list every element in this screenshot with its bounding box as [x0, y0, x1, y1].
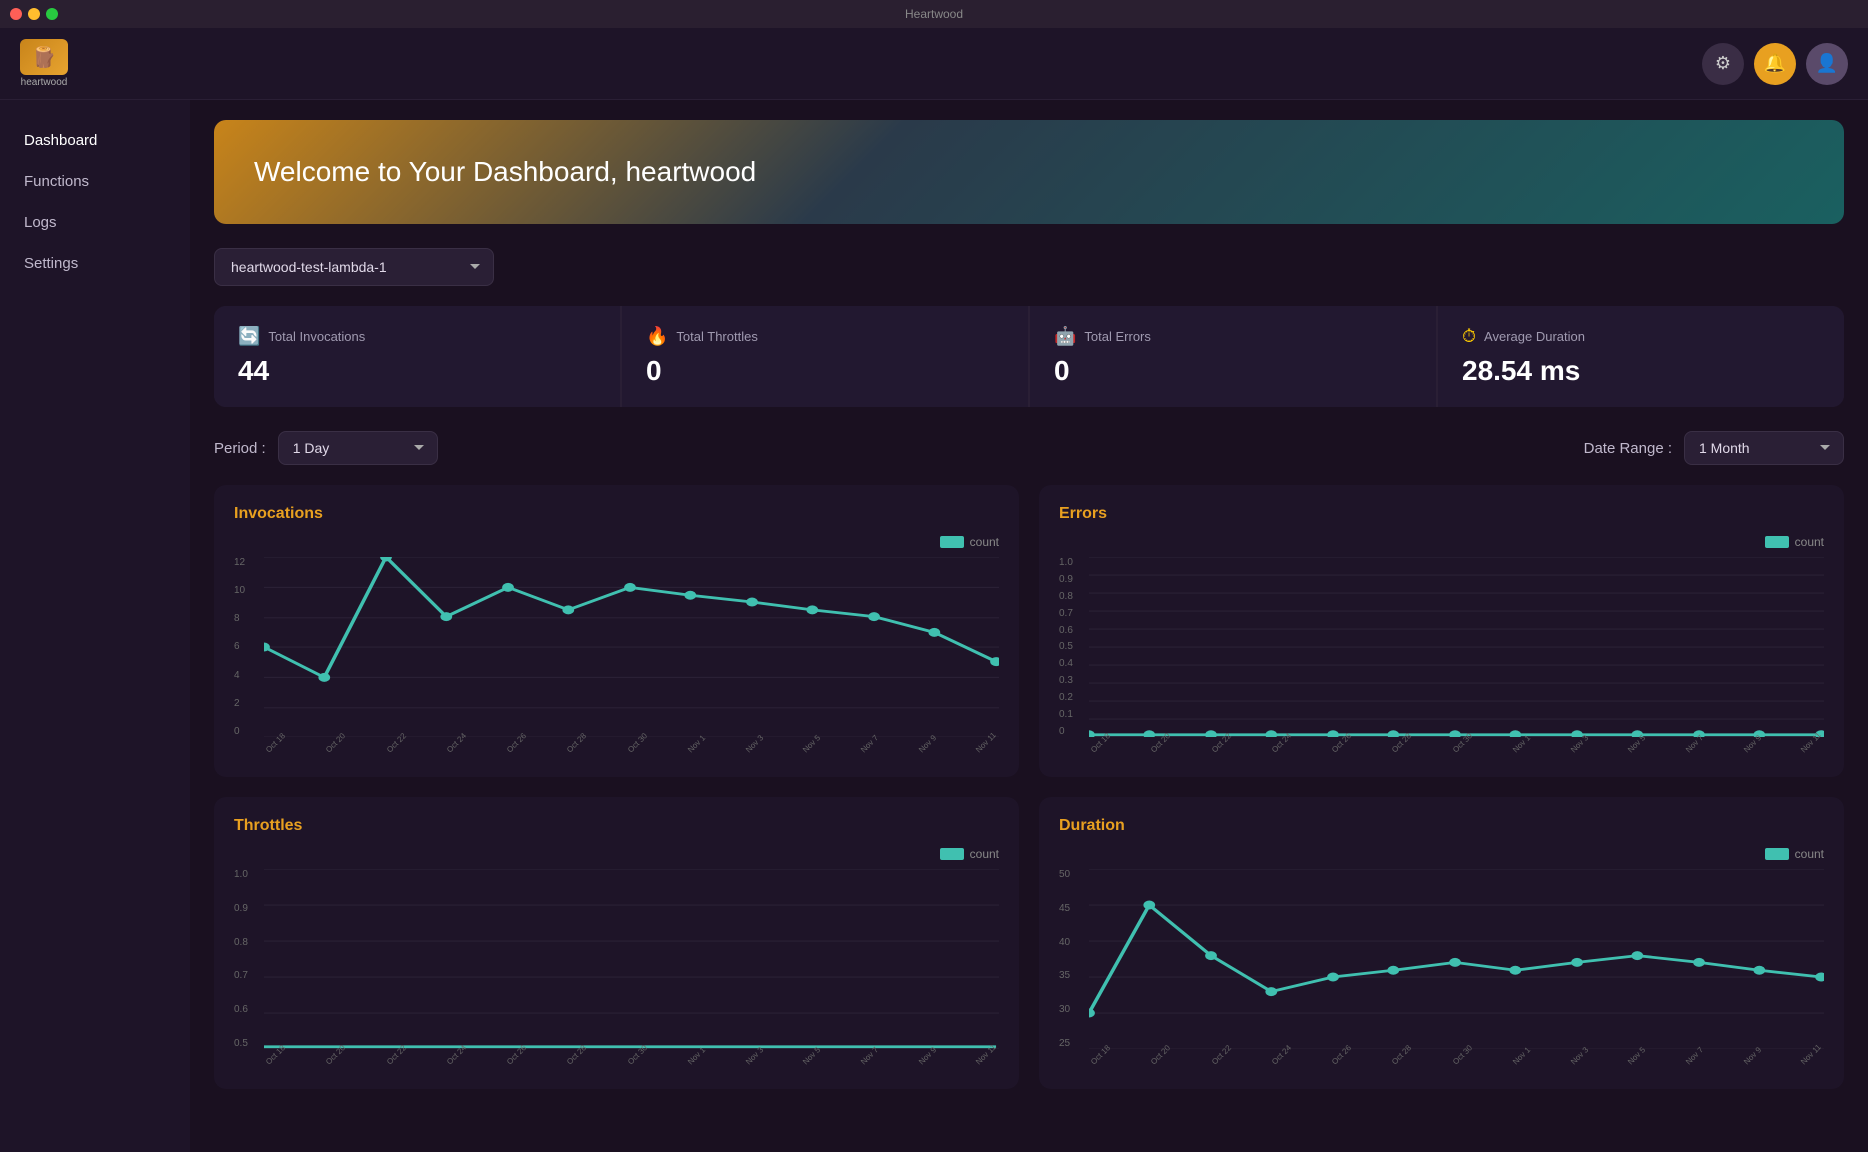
stat-errors-header: 🤖 Total Errors	[1054, 326, 1412, 347]
charts-grid: Invocations count 121086420	[214, 485, 1844, 1089]
sidebar-item-dashboard[interactable]: Dashboard	[0, 120, 190, 161]
throttles-chart-panel: Throttles count 1.00.90.80.70.60.5	[214, 797, 1019, 1089]
throttles-legend-box	[940, 848, 964, 860]
throttles-chart-inner	[264, 869, 999, 1049]
errors-chart-inner	[1089, 557, 1824, 737]
sidebar-item-logs[interactable]: Logs	[0, 202, 190, 243]
throttles-legend-label: count	[970, 847, 999, 861]
errors-chart-area: 1.00.90.80.70.60.50.40.30.20.10	[1059, 557, 1824, 757]
app-title: Heartwood	[905, 7, 963, 21]
sidebar-item-functions[interactable]: Functions	[0, 161, 190, 202]
errors-chart-panel: Errors count 1.00.90.80.70.60.50.40.30.2…	[1039, 485, 1844, 777]
function-selector-row: heartwood-test-lambda-1	[214, 248, 1844, 286]
date-range-label: Date Range :	[1584, 440, 1672, 457]
topbar: 🪵 heartwood ⚙ 🔔 👤	[0, 28, 1868, 100]
function-selector[interactable]: heartwood-test-lambda-1	[214, 248, 494, 286]
invocations-label: Total Invocations	[268, 329, 365, 344]
close-dot[interactable]	[10, 8, 22, 20]
stat-errors: 🤖 Total Errors 0	[1030, 306, 1436, 407]
throttles-legend: count	[234, 847, 999, 861]
invocations-value: 44	[238, 355, 596, 387]
stat-duration-header: ⏱ Average Duration	[1462, 326, 1820, 347]
duration-x-labels: Oct 18 Oct 20 Oct 22 Oct 24 Oct 26 Oct 2…	[1089, 1056, 1824, 1069]
duration-y-labels: 504540353025	[1059, 869, 1070, 1049]
duration-chart-title: Duration	[1059, 817, 1824, 835]
logo-icon: 🪵	[20, 39, 68, 75]
app-layout: Dashboard Functions Logs Settings Welcom…	[0, 100, 1868, 1152]
throttles-label: Total Throttles	[676, 329, 757, 344]
invocations-legend: count	[234, 535, 999, 549]
window-controls	[10, 8, 58, 20]
throttles-y-labels: 1.00.90.80.70.60.5	[234, 869, 248, 1049]
throttles-chart-area: 1.00.90.80.70.60.5	[234, 869, 999, 1069]
logo-text: heartwood	[21, 77, 68, 88]
errors-svg	[1089, 557, 1824, 737]
duration-value: 28.54 ms	[1462, 355, 1820, 387]
invocations-svg	[264, 557, 999, 737]
duration-label: Average Duration	[1484, 329, 1585, 344]
settings-button[interactable]: ⚙	[1702, 43, 1744, 85]
invocations-chart-title: Invocations	[234, 505, 999, 523]
invocations-y-labels: 121086420	[234, 557, 245, 737]
throttles-svg	[264, 869, 999, 1049]
errors-label: Total Errors	[1084, 329, 1150, 344]
minimize-dot[interactable]	[28, 8, 40, 20]
errors-chart-title: Errors	[1059, 505, 1824, 523]
throttles-chart-title: Throttles	[234, 817, 999, 835]
stat-duration: ⏱ Average Duration 28.54 ms	[1438, 306, 1844, 407]
throttles-x-labels: Oct 18 Oct 20 Oct 22 Oct 24 Oct 26 Oct 2…	[264, 1056, 999, 1069]
sidebar: Dashboard Functions Logs Settings	[0, 100, 190, 1152]
topbar-actions: ⚙ 🔔 👤	[1702, 43, 1848, 85]
errors-value: 0	[1054, 355, 1412, 387]
profile-button[interactable]: 👤	[1806, 43, 1848, 85]
duration-chart-area: 504540353025	[1059, 869, 1824, 1069]
invocations-legend-label: count	[970, 535, 999, 549]
main-content: Welcome to Your Dashboard, heartwood hea…	[190, 100, 1868, 1152]
period-label: Period :	[214, 440, 266, 457]
duration-legend-box	[1765, 848, 1789, 860]
logo-area: 🪵 heartwood	[20, 39, 68, 88]
invocations-icon: 🔄	[238, 326, 260, 347]
errors-legend: count	[1059, 535, 1824, 549]
invocations-chart-inner	[264, 557, 999, 737]
period-control: Period : 1 Day 1 Hour 1 Week 1 Month	[214, 431, 438, 465]
maximize-dot[interactable]	[46, 8, 58, 20]
duration-svg	[1089, 869, 1824, 1049]
duration-icon: ⏱	[1462, 326, 1476, 347]
stats-row: 🔄 Total Invocations 44 🔥 Total Throttles…	[214, 306, 1844, 407]
errors-y-labels: 1.00.90.80.70.60.50.40.30.20.10	[1059, 557, 1073, 737]
welcome-banner: Welcome to Your Dashboard, heartwood	[214, 120, 1844, 224]
invocations-x-labels: Oct 18 Oct 20 Oct 22 Oct 24 Oct 26 Oct 2…	[264, 744, 999, 757]
welcome-title: Welcome to Your Dashboard, heartwood	[254, 156, 1804, 188]
stat-invocations-header: 🔄 Total Invocations	[238, 326, 596, 347]
stat-invocations: 🔄 Total Invocations 44	[214, 306, 620, 407]
sidebar-item-settings[interactable]: Settings	[0, 243, 190, 284]
date-range-select[interactable]: 1 Month 1 Day 1 Week 3 Months	[1684, 431, 1844, 465]
controls-row: Period : 1 Day 1 Hour 1 Week 1 Month Dat…	[214, 431, 1844, 465]
errors-icon: 🤖	[1054, 326, 1076, 347]
errors-legend-label: count	[1795, 535, 1824, 549]
errors-legend-box	[1765, 536, 1789, 548]
duration-chart-panel: Duration count 504540353025	[1039, 797, 1844, 1089]
date-range-control: Date Range : 1 Month 1 Day 1 Week 3 Mont…	[1584, 431, 1844, 465]
stat-throttles: 🔥 Total Throttles 0	[622, 306, 1028, 407]
duration-chart-inner	[1089, 869, 1824, 1049]
invocations-chart-panel: Invocations count 121086420	[214, 485, 1019, 777]
duration-legend-label: count	[1795, 847, 1824, 861]
errors-x-labels: Oct 18 Oct 20 Oct 22 Oct 24 Oct 26 Oct 2…	[1089, 744, 1824, 757]
throttles-value: 0	[646, 355, 1004, 387]
stat-throttles-header: 🔥 Total Throttles	[646, 326, 1004, 347]
duration-legend: count	[1059, 847, 1824, 861]
invocations-chart-area: 121086420	[234, 557, 999, 757]
titlebar: Heartwood	[0, 0, 1868, 28]
throttles-icon: 🔥	[646, 326, 668, 347]
invocations-legend-box	[940, 536, 964, 548]
notifications-button[interactable]: 🔔	[1754, 43, 1796, 85]
period-select[interactable]: 1 Day 1 Hour 1 Week 1 Month	[278, 431, 438, 465]
